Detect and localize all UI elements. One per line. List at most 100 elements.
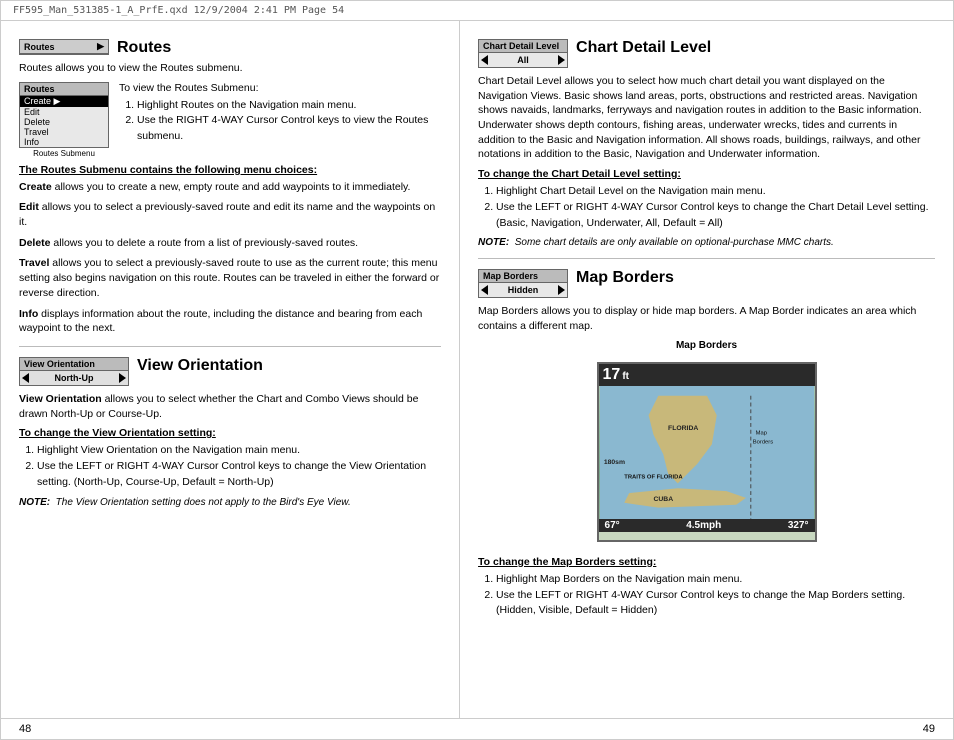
map-borders-step-1: Highlight Map Borders on the Navigation … (496, 572, 935, 588)
map-borders-widget-label: Map Borders (483, 271, 538, 281)
chart-detail-value: All (517, 55, 529, 65)
routes-top-widget-area: Routes ▶ Routes Routes allows you to vie… (19, 39, 441, 336)
map-borders-widget-title: Map Borders (479, 270, 567, 283)
submenu-item-delete: Delete (20, 117, 108, 127)
chart-detail-section-title: Chart Detail Level (576, 39, 711, 56)
view-orientation-widget: View Orientation North-Up (19, 357, 129, 386)
view-orient-label: View Orientation (24, 359, 95, 369)
chart-detail-section: Chart Detail Level All Chart Detail Leve… (478, 39, 935, 248)
chart-body: FLORIDA CUBA TRAITS OF FLORIDA 180sm (599, 386, 815, 532)
chart-bottom-bar: 67° 4.5mph 327° (599, 519, 815, 532)
chart-depth-unit: ft (622, 371, 629, 382)
menu-choice-create: Create allows you to create a new, empty… (19, 180, 441, 195)
routes-section-title: Routes (117, 39, 171, 56)
page-container: FF595_Man_531385-1_A_PrfE.qxd 12/9/2004 … (0, 0, 954, 740)
right-page-number: 49 (923, 723, 935, 735)
map-borders-chart: 17 ft (597, 362, 817, 542)
chart-detail-left-arrow[interactable] (481, 55, 488, 65)
menu-choice-edit: Edit allows you to select a previously-s… (19, 200, 441, 229)
map-borders-nav-row: Hidden (479, 283, 567, 297)
svg-text:TRAITS OF FLORIDA: TRAITS OF FLORIDA (624, 474, 683, 480)
chart-detail-steps: Highlight Chart Detail Level on the Navi… (478, 184, 935, 231)
left-column: Routes ▶ Routes Routes allows you to vie… (1, 21, 460, 718)
svg-text:Map: Map (755, 430, 766, 436)
map-borders-section: Map Borders Hidden Map Borders Map Borde… (478, 269, 935, 619)
left-page-number: 48 (19, 723, 31, 735)
routes-widget-title: Routes ▶ (20, 40, 108, 54)
view-orient-desc: View Orientation allows you to select wh… (19, 392, 441, 421)
svg-text:180sm: 180sm (603, 459, 624, 466)
submenu-item-edit: Edit (20, 107, 108, 117)
view-orient-value: North-Up (55, 373, 94, 383)
chart-detail-note: NOTE: Some chart details are only availa… (478, 237, 935, 248)
view-orient-step-2: Use the LEFT or RIGHT 4-WAY Cursor Contr… (37, 459, 441, 491)
submenu-item-create: Create ▶ (20, 96, 108, 107)
view-orient-nav-row: North-Up (20, 371, 128, 385)
view-orientation-section: View Orientation North-Up View Orientati… (19, 357, 441, 508)
chart-detail-note-text: Some chart details are only available on… (515, 237, 834, 248)
map-borders-value: Hidden (508, 285, 539, 295)
menu-choices-title: The Routes Submenu contains the followin… (19, 164, 441, 176)
routes-step-2: Use the RIGHT 4-WAY Cursor Control keys … (137, 113, 441, 145)
submenu-intro: To view the Routes Submenu: (119, 82, 441, 94)
chart-detail-right-arrow[interactable] (558, 55, 565, 65)
svg-text:FLORIDA: FLORIDA (668, 425, 698, 432)
chart-depth: 17 (603, 366, 621, 384)
menu-choice-info: Info displays information about the rout… (19, 307, 441, 336)
submenu-caption: Routes Submenu (19, 149, 109, 158)
routes-submenu-widget: Routes Create ▶ Edit Delete Travel Info (19, 82, 109, 148)
chart-detail-nav-row: All (479, 53, 567, 67)
routes-step-1: Highlight Routes on the Navigation main … (137, 98, 441, 114)
routes-steps: Highlight Routes on the Navigation main … (119, 98, 441, 145)
routes-desc: Routes allows you to view the Routes sub… (19, 61, 441, 76)
chart-detail-change-title: To change the Chart Detail Level setting… (478, 168, 935, 180)
header-text: FF595_Man_531385-1_A_PrfE.qxd 12/9/2004 … (13, 5, 344, 16)
chart-caption: Map Borders (478, 340, 935, 351)
chart-detail-step-1: Highlight Chart Detail Level on the Navi… (496, 184, 935, 200)
map-borders-step-2: Use the LEFT or RIGHT 4-WAY Cursor Contr… (496, 588, 935, 620)
submenu-item-info: Info (20, 137, 108, 147)
chart-detail-title-area: Chart Detail Level (576, 39, 935, 57)
view-orient-title-bar: View Orientation (20, 358, 128, 371)
map-borders-widget: Map Borders Hidden (478, 269, 568, 298)
note-label: NOTE: (19, 497, 50, 508)
map-background: FLORIDA CUBA TRAITS OF FLORIDA 180sm (599, 386, 815, 532)
view-orient-title-area: View Orientation (137, 357, 441, 375)
view-orient-note: NOTE: The View Orientation setting does … (19, 497, 441, 508)
menu-choice-travel: Travel allows you to select a previously… (19, 256, 441, 300)
section-divider-1 (19, 346, 441, 347)
routes-widget-label: Routes (24, 42, 55, 52)
svg-text:Borders: Borders (752, 439, 772, 445)
right-column: Chart Detail Level All Chart Detail Leve… (460, 21, 953, 718)
note-text: The View Orientation setting does not ap… (56, 497, 351, 508)
map-borders-desc: Map Borders allows you to display or hid… (478, 304, 935, 333)
submenu-widget-label: Routes (24, 84, 55, 94)
routes-widget-arrow: ▶ (97, 41, 104, 52)
section-divider-2 (478, 258, 935, 259)
submenu-item-travel: Travel (20, 127, 108, 137)
chart-detail-widget-title: Chart Detail Level (479, 40, 567, 53)
chart-heading: 327° (788, 520, 809, 531)
map-svg: FLORIDA CUBA TRAITS OF FLORIDA 180sm (599, 386, 815, 532)
routes-widget: Routes ▶ (19, 39, 109, 55)
map-borders-title-area: Map Borders (576, 269, 935, 287)
chart-detail-desc: Chart Detail Level allows you to select … (478, 74, 935, 162)
page-content: Routes ▶ Routes Routes allows you to vie… (1, 21, 953, 718)
view-orient-steps: Highlight View Orientation on the Naviga… (19, 443, 441, 490)
map-borders-left-arrow[interactable] (481, 285, 488, 295)
view-orient-step-1: Highlight View Orientation on the Naviga… (37, 443, 441, 459)
menu-choice-delete: Delete allows you to delete a route from… (19, 236, 441, 251)
chart-detail-step-2: Use the LEFT or RIGHT 4-WAY Cursor Contr… (496, 200, 935, 232)
chart-detail-widget: Chart Detail Level All (478, 39, 568, 68)
routes-title-area: Routes (117, 39, 441, 57)
map-borders-section-title: Map Borders (576, 269, 674, 286)
chart-top-bar: 17 ft (599, 364, 815, 386)
page-header: FF595_Man_531385-1_A_PrfE.qxd 12/9/2004 … (1, 1, 953, 21)
view-orient-right-arrow[interactable] (119, 373, 126, 383)
chart-speed: 4.5mph (686, 520, 721, 531)
view-orient-left-arrow[interactable] (22, 373, 29, 383)
view-orient-change-title: To change the View Orientation setting: (19, 427, 441, 439)
map-borders-steps: Highlight Map Borders on the Navigation … (478, 572, 935, 619)
submenu-steps-area: To view the Routes Submenu: Highlight Ro… (119, 82, 441, 151)
map-borders-right-arrow[interactable] (558, 285, 565, 295)
